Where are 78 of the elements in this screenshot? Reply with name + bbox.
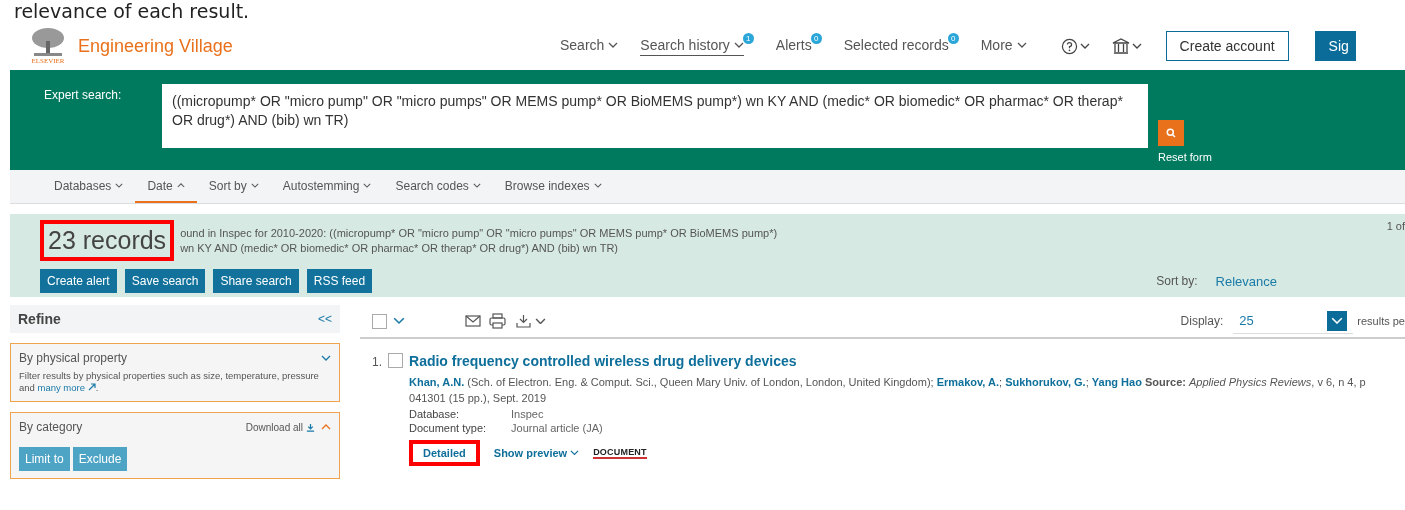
external-link-icon xyxy=(87,383,96,391)
help-icon[interactable] xyxy=(1060,37,1078,55)
result-checkbox[interactable] xyxy=(388,353,403,368)
nav-link[interactable]: More xyxy=(980,36,1027,56)
sort-link[interactable]: Relevance xyxy=(1215,273,1277,289)
option-tab[interactable]: Search codes xyxy=(383,170,493,203)
count-badge: 0 xyxy=(947,32,959,44)
print-icon[interactable] xyxy=(489,313,506,329)
account-button[interactable]: Create account xyxy=(1165,31,1289,61)
per-page-select[interactable]: 25 xyxy=(1233,308,1354,334)
per-page-label: results pe xyxy=(1357,315,1405,327)
institution-icon[interactable] xyxy=(1111,37,1130,55)
refine-title: Refine xyxy=(18,311,61,327)
panel-title[interactable]: By category xyxy=(19,420,83,434)
caret-icon xyxy=(363,183,372,188)
download-icon xyxy=(306,422,315,432)
download-icon[interactable] xyxy=(516,314,531,328)
caret-icon xyxy=(1079,43,1090,49)
nav-link[interactable]: Search history xyxy=(640,36,744,56)
collapse-link[interactable]: << xyxy=(318,312,332,326)
caret-icon xyxy=(1331,316,1344,325)
download-link[interactable]: Download all xyxy=(245,421,315,433)
expand-icon xyxy=(321,355,331,361)
option-tab[interactable]: Autostemming xyxy=(270,170,384,203)
display-label: Display: xyxy=(1180,314,1224,328)
field-label: Document type: xyxy=(409,422,488,434)
caret-icon xyxy=(115,183,124,188)
document-badge[interactable]: DOCUMENT xyxy=(593,447,647,459)
search-action-button[interactable]: Save search xyxy=(124,269,206,293)
option-tab[interactable]: Databases xyxy=(42,170,136,203)
caret-icon xyxy=(472,183,481,188)
tree-logo-icon xyxy=(30,27,66,57)
field-value: Journal article (JA) xyxy=(511,422,603,434)
citation-text: Khan, A.N. (Sch. of Electron. Eng. & Comput. Sci., Queen Mary Univ. of London, London, United Kingdom); Ermakov, A.; Sukhorukov, G.; Yang Hao Source: Applied Physics Reviews, v 6, n 4, p 041301 (15 pp.), Sept. 2019 xyxy=(409,375,1367,406)
result-link[interactable]: Detailed xyxy=(423,447,466,459)
sign-in-button[interactable]: Sig xyxy=(1314,31,1356,61)
reset-link[interactable]: Reset form xyxy=(1158,151,1212,163)
count-badge: 0 xyxy=(810,32,822,44)
option-tab[interactable]: Sort by xyxy=(196,170,271,203)
caret-icon xyxy=(250,183,259,188)
select-all-checkbox[interactable] xyxy=(372,313,387,329)
field-label: Database: xyxy=(409,408,461,420)
caret-icon xyxy=(535,317,546,325)
search-label: Expert search: xyxy=(44,88,123,102)
nav-link[interactable]: Search xyxy=(560,36,619,56)
site-title[interactable]: Engineering Village xyxy=(78,35,233,57)
author-link[interactable]: Sukhorukov, G. xyxy=(1005,376,1086,388)
caret-icon xyxy=(176,183,185,188)
panel-description: Filter results by physical properties such as size, temperature, pressure and many more . xyxy=(19,370,320,394)
expand-icon xyxy=(321,424,331,430)
result-number: 1. xyxy=(372,355,382,371)
query-description: ound in Inspec for 2010-2020: ((micropump* OR "micro pump" OR "micro pumps" OR MEMS pump* OR BioMEMS pump*) wn KY AND (medic* OR biomedic* OR pharmac* OR therap* OR drug*) AND (bib) wn TR) xyxy=(180,226,779,256)
caption-text: relevance of each result. xyxy=(13,0,251,22)
search-action-button[interactable]: Create alert xyxy=(40,269,117,293)
sort-label: Sort by: xyxy=(1156,274,1198,288)
record-count: 23 records xyxy=(48,226,167,255)
more-link[interactable]: many more xyxy=(37,382,85,393)
email-icon[interactable] xyxy=(465,315,481,327)
field-value: Inspec xyxy=(511,408,544,420)
result-title[interactable]: Radio frequency controlled wireless drug delivery devices xyxy=(409,353,1405,369)
option-tab[interactable]: Date xyxy=(135,170,197,203)
panel-title[interactable]: By physical property xyxy=(19,351,128,365)
count-badge: 1 xyxy=(742,32,754,44)
query-field[interactable]: ((micropump* OR "micro pump" OR "micro pumps" OR MEMS pump* OR BioMEMS pump*) wn KY AND (medic* OR biomedic* OR pharmac* OR therap* OR drug*) AND (bib) wn TR) xyxy=(162,84,1148,148)
option-tab[interactable]: Browse indexes xyxy=(492,170,614,203)
caret-icon xyxy=(1131,43,1142,49)
page-indicator: 1 of xyxy=(1386,220,1405,232)
nav-link[interactable]: Alerts xyxy=(775,36,812,56)
search-action-button[interactable]: Share search xyxy=(213,269,299,293)
nav-link[interactable]: Selected records xyxy=(843,36,949,56)
result-link[interactable]: Show preview xyxy=(493,447,580,459)
search-action-button[interactable]: RSS feed xyxy=(306,269,373,293)
search-button[interactable] xyxy=(1158,120,1184,146)
author-link[interactable]: Yang Hao xyxy=(1091,376,1142,388)
caret-icon xyxy=(393,317,405,325)
author-link[interactable]: Khan, A.N. xyxy=(409,376,465,388)
search-icon xyxy=(1166,128,1176,138)
caret-icon xyxy=(593,183,602,188)
